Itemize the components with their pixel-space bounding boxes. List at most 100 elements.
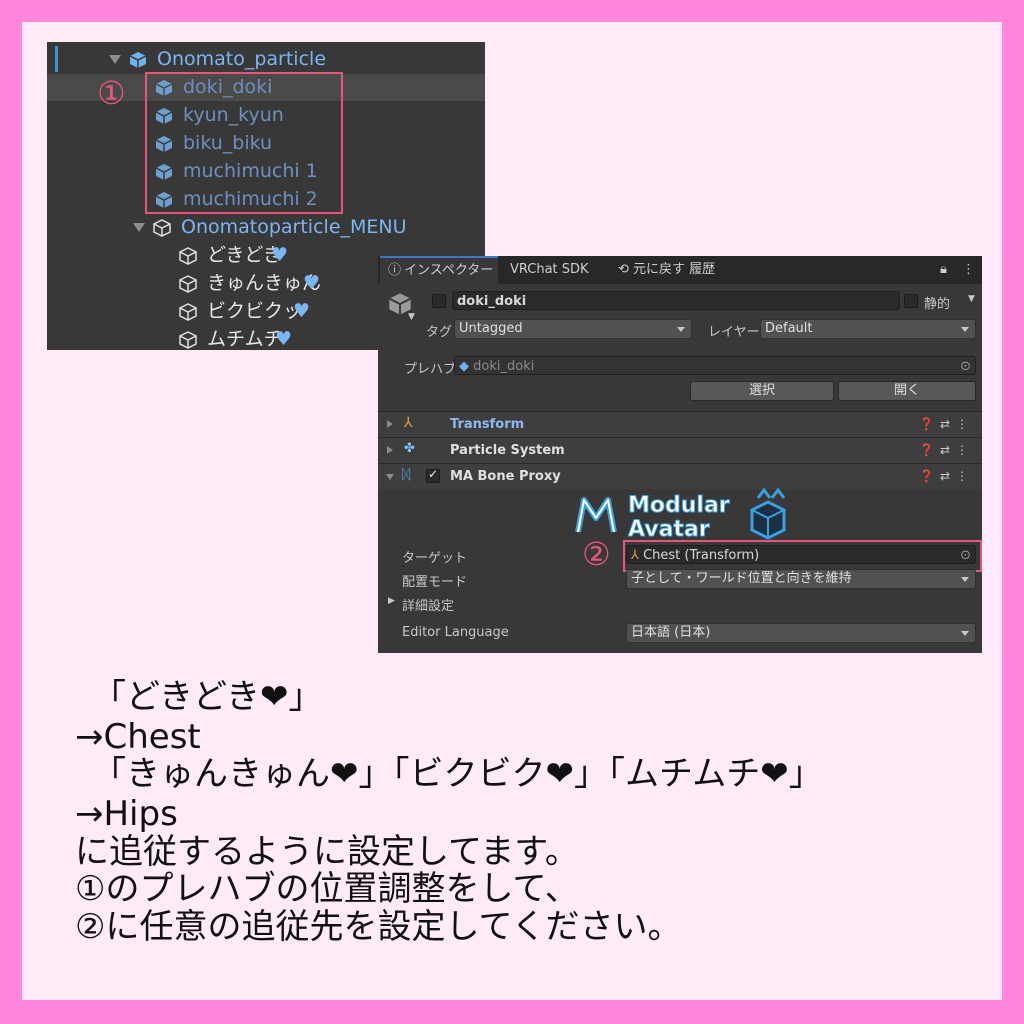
note-line-6: ①のプレハブの位置調整をして、 [75,869,579,909]
component-actions[interactable]: ❓⇄⋮ [919,464,974,489]
layer-label: レイヤー [708,325,760,340]
tab-label: 元に戻す 履歴 [633,262,716,277]
layer-value: Default [765,321,813,336]
help-icon[interactable]: ❓ [919,417,940,431]
marker-1: ① [97,74,126,112]
component-name: Transform [450,417,525,432]
hierarchy-item-onomatoparticle-menu[interactable]: Onomatoparticle_MENU [47,214,485,241]
kebab-menu-icon[interactable]: ⋮ [962,256,975,284]
expand-arrow-icon[interactable] [387,420,393,428]
component-actions[interactable]: ❓⇄⋮ [919,412,974,437]
hierarchy-label: ムチムチ [207,328,283,350]
attach-mode-label: 配置モード [402,575,468,590]
modular-avatar-logo: Modular Avatar [575,488,786,542]
tab-undo-history[interactable]: ⟲ 元に戻す 履歴 [618,256,715,284]
prefab-label: プレハブ [404,362,457,377]
note-line-1: 「どきどき❤」 [92,677,323,717]
editor-language-dropdown[interactable]: 日本語 (日本) [626,623,976,643]
heart-icon: ♥ [275,328,293,350]
object-picker-icon[interactable]: ⊙ [960,357,971,376]
gameobject-cube-icon [179,247,197,265]
expand-arrow-icon[interactable] [133,223,145,232]
note-line-7: ②に任意の追従先を設定してください。 [75,907,682,947]
logo-text-line1: Modular [628,493,730,518]
note-line-3: 「きゅんきゅん❤」「ビクビク❤」「ムチムチ❤」 [92,754,823,794]
transform-icon: ⅄ [404,415,413,431]
help-icon[interactable]: ❓ [919,469,940,483]
note-line-2: →Chest [75,717,201,757]
prefab-value: doki_doki [473,359,535,374]
component-particle-system[interactable]: ✤ Particle System ❓⇄⋮ [378,437,982,463]
chevron-down-icon [961,631,969,636]
marker-2: ② [582,535,611,573]
gameobject-cube-icon [179,303,197,321]
component-transform[interactable]: ⅄ Transform ❓⇄⋮ [378,411,982,437]
inspector-panel: ⓘ インスペクター VRChat SDK ⟲ 元に戻す 履歴 🔒︎ ⋮ ▼ do… [378,256,982,653]
tag-dropdown[interactable]: Untagged [454,319,692,339]
tab-inspector[interactable]: ⓘ インスペクター [380,256,498,284]
tab-label: インスペクター [404,263,494,278]
static-checkbox[interactable] [904,294,918,308]
icon-dropdown-arrow-icon[interactable]: ▼ [408,312,415,322]
gameobject-cube-icon [153,219,171,237]
open-button[interactable]: 開く [838,381,976,401]
collapse-arrow-icon[interactable] [386,474,394,480]
preset-icon[interactable]: ⇄ [940,443,956,457]
help-icon[interactable]: ❓ [919,443,940,457]
gameobject-cube-icon [179,331,197,349]
component-actions[interactable]: ❓⇄⋮ [919,438,974,463]
heart-icon: ♥ [293,300,311,322]
kebab-menu-icon[interactable]: ⋮ [956,417,974,431]
hierarchy-item-onomato-particle[interactable]: Onomato_particle [47,46,485,73]
hierarchy-label: Onomatoparticle_MENU [181,216,407,238]
chevron-down-icon [961,577,969,582]
modular-avatar-icon: ᛞ [402,467,411,483]
highlight-box-prefabs [145,72,343,214]
preset-icon[interactable]: ⇄ [940,417,956,431]
particle-system-icon: ✤ [404,441,415,456]
tab-bar: ⓘ インスペクター VRChat SDK ⟲ 元に戻す 履歴 🔒︎ ⋮ [378,256,982,284]
expand-arrow-icon[interactable]: ▶ [388,596,395,606]
attach-mode-dropdown[interactable]: 子として・ワールド位置と向きを維持 [626,569,976,589]
tag-label: タグ [426,325,453,340]
hierarchy-label: ビクビクッ [207,300,303,322]
advanced-settings-foldout[interactable]: 詳細設定 [402,595,454,614]
layer-dropdown[interactable]: Default [760,319,976,339]
preset-icon[interactable]: ⇄ [940,469,956,483]
expand-arrow-icon[interactable] [109,55,121,64]
chevron-down-icon [677,327,685,332]
gameobject-cube-icon [179,275,197,293]
tab-vrchat-sdk[interactable]: VRChat SDK [510,256,589,284]
static-dropdown-icon[interactable]: ▼ [968,294,975,304]
heart-icon: ♥ [271,244,289,266]
kebab-menu-icon[interactable]: ⋮ [956,469,974,483]
history-icon: ⟲ [618,262,629,277]
prefab-cube-icon [129,52,147,68]
component-name: Particle System [450,443,565,458]
hierarchy-label: Onomato_particle [157,48,327,70]
component-name: MA Bone Proxy [450,469,561,484]
lock-icon[interactable]: 🔒︎ [940,256,947,284]
heart-icon: ♥ [303,272,321,294]
highlight-box-target [623,540,982,572]
note-line-4: →Hips [75,794,178,834]
attach-mode-value: 子として・ワールド位置と向きを維持 [631,571,852,586]
editor-language-value: 日本語 (日本) [631,625,711,640]
component-ma-bone-proxy[interactable]: ᛞ MA Bone Proxy ❓⇄⋮ [378,463,982,489]
static-label: 静的 [924,297,951,312]
component-enabled-checkbox[interactable] [426,467,440,483]
expand-arrow-icon[interactable] [387,446,393,454]
editor-language-label: Editor Language [402,625,509,640]
object-name-field[interactable]: doki_doki [452,291,900,310]
active-checkbox[interactable] [432,294,446,308]
prefab-icon: ◆ [459,359,469,374]
info-icon: ⓘ [388,263,402,278]
select-button[interactable]: 選択 [690,381,834,401]
tag-value: Untagged [459,321,523,336]
note-line-5: に追従するように設定してます。 [75,832,579,872]
target-label: ターゲット [402,551,468,566]
prefab-field[interactable]: ◆ doki_doki ⊙ [454,356,976,375]
chevron-down-icon [961,327,969,332]
kebab-menu-icon[interactable]: ⋮ [956,443,974,457]
logo-text-line2: Avatar [628,517,710,542]
